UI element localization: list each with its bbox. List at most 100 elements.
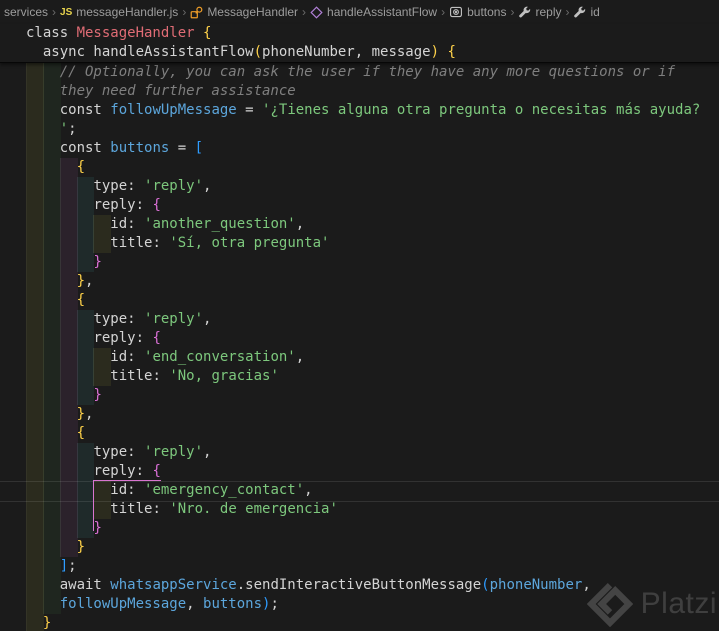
- code-token[interactable]: phoneNumber: [490, 577, 583, 593]
- code-token[interactable]: }: [93, 254, 101, 270]
- code-token[interactable]: }: [77, 539, 85, 555]
- code-token[interactable]: ,: [186, 596, 203, 612]
- code-token[interactable]: {: [77, 159, 85, 175]
- code-token[interactable]: type:: [93, 444, 144, 460]
- breadcrumb-item-messagehandler-js[interactable]: JS messageHandler.js: [60, 5, 178, 19]
- code-token[interactable]: .sendInteractiveButtonMessage: [237, 577, 481, 593]
- code-token[interactable]: buttons: [203, 596, 262, 612]
- code-token[interactable]: buttons: [110, 140, 169, 156]
- code-token[interactable]: 'another_question': [144, 216, 296, 232]
- code-token[interactable]: reply:: [93, 330, 152, 346]
- code-row[interactable]: {: [0, 158, 719, 177]
- code-token[interactable]: async handleAssistantFlow: [43, 44, 254, 60]
- code-row[interactable]: id: 'emergency_contact',: [0, 481, 719, 500]
- code-token[interactable]: ': [60, 121, 68, 137]
- breadcrumb-item-id[interactable]: id: [573, 5, 600, 19]
- sticky-scroll[interactable]: class MessageHandler {async handleAssist…: [0, 24, 719, 63]
- code-token[interactable]: 'end_conversation': [144, 349, 296, 365]
- code-token[interactable]: ;: [270, 596, 278, 612]
- code-token[interactable]: }: [77, 406, 85, 422]
- code-token[interactable]: ,: [296, 216, 304, 232]
- code-row[interactable]: ];: [0, 557, 719, 576]
- code-token[interactable]: type:: [93, 178, 144, 194]
- code-row[interactable]: they need further assistance: [0, 82, 719, 101]
- code-token[interactable]: id:: [110, 349, 144, 365]
- code-row[interactable]: {: [0, 291, 719, 310]
- code-token[interactable]: 'No, gracias': [169, 368, 279, 384]
- code-row[interactable]: id: 'another_question',: [0, 215, 719, 234]
- code-token[interactable]: ;: [68, 558, 76, 574]
- code-token[interactable]: const: [60, 140, 111, 156]
- code-row[interactable]: reply: {: [0, 329, 719, 348]
- code-token[interactable]: ]: [60, 558, 68, 574]
- code-row[interactable]: type: 'reply',: [0, 310, 719, 329]
- code-row[interactable]: const buttons = [: [0, 139, 719, 158]
- code-token[interactable]: id:: [110, 482, 144, 498]
- code-row[interactable]: reply: {: [0, 196, 719, 215]
- code-token[interactable]: (: [254, 44, 262, 60]
- code-row[interactable]: class MessageHandler {: [0, 24, 719, 43]
- code-token[interactable]: they need further assistance: [60, 83, 296, 99]
- code-row[interactable]: id: 'end_conversation',: [0, 348, 719, 367]
- code-token[interactable]: }: [93, 387, 101, 403]
- code-token[interactable]: {: [203, 25, 211, 41]
- code-token[interactable]: (: [481, 577, 489, 593]
- code-token[interactable]: 'Nro. de emergencia': [169, 501, 338, 517]
- code-row[interactable]: title: 'No, gracias': [0, 367, 719, 386]
- code-token[interactable]: title:: [110, 235, 169, 251]
- code-token[interactable]: MessageHandler: [77, 25, 195, 41]
- code-token[interactable]: type:: [93, 311, 144, 327]
- code-row[interactable]: async handleAssistantFlow(phoneNumber, m…: [0, 43, 719, 62]
- code-row[interactable]: const followUpMessage = '¿Tienes alguna …: [0, 101, 719, 120]
- code-row[interactable]: type: 'reply',: [0, 177, 719, 196]
- code-row[interactable]: }: [0, 253, 719, 272]
- code-row[interactable]: {: [0, 424, 719, 443]
- breadcrumb-item-services[interactable]: services: [4, 5, 48, 19]
- code-token[interactable]: {: [77, 292, 85, 308]
- code-token[interactable]: 'reply': [144, 178, 203, 194]
- code-token[interactable]: class: [26, 25, 77, 41]
- code-row[interactable]: type: 'reply',: [0, 443, 719, 462]
- code-token[interactable]: [: [195, 140, 203, 156]
- code-token[interactable]: phoneNumber, message: [262, 44, 431, 60]
- code-token[interactable]: {: [447, 44, 455, 60]
- code-row[interactable]: }: [0, 538, 719, 557]
- code-token[interactable]: ,: [85, 273, 93, 289]
- code-token[interactable]: const: [60, 102, 111, 118]
- code-token[interactable]: {: [152, 197, 160, 213]
- code-token[interactable]: {: [77, 425, 85, 441]
- code-row[interactable]: title: 'Sí, otra pregunta': [0, 234, 719, 253]
- code-token[interactable]: 'reply': [144, 311, 203, 327]
- code-token[interactable]: reply:: [93, 463, 152, 479]
- code-row[interactable]: }: [0, 519, 719, 538]
- code-row[interactable]: reply: {: [0, 462, 719, 481]
- code-token[interactable]: // Optionally, you can ask the user if t…: [60, 64, 675, 80]
- code-token[interactable]: =: [169, 140, 194, 156]
- breadcrumb-item-messagehandler[interactable]: MessageHandler: [190, 5, 298, 19]
- code-token[interactable]: ;: [68, 121, 76, 137]
- code-token[interactable]: await: [60, 577, 111, 593]
- code-row[interactable]: },: [0, 405, 719, 424]
- code-token[interactable]: title:: [110, 501, 169, 517]
- code-row[interactable]: ';: [0, 120, 719, 139]
- code-token[interactable]: whatsappService: [110, 577, 236, 593]
- code-token[interactable]: 'emergency_contact': [144, 482, 304, 498]
- editor-content[interactable]: // Optionally, you can ask the user if t…: [0, 63, 719, 631]
- code-token[interactable]: ,: [304, 482, 312, 498]
- code-token[interactable]: '¿Tienes alguna otra pregunta o necesita…: [262, 102, 700, 118]
- code-token[interactable]: title:: [110, 368, 169, 384]
- code-token[interactable]: ,: [85, 406, 93, 422]
- code-token[interactable]: {: [152, 463, 160, 479]
- breadcrumb-item-buttons[interactable]: buttons: [449, 5, 506, 19]
- code-token[interactable]: ,: [203, 178, 211, 194]
- code-token[interactable]: 'Sí, otra pregunta': [169, 235, 329, 251]
- code-token[interactable]: {: [152, 330, 160, 346]
- code-token[interactable]: }: [43, 615, 51, 631]
- breadcrumb-item-handleassistantflow[interactable]: handleAssistantFlow: [310, 5, 437, 19]
- code-token[interactable]: ): [431, 44, 439, 60]
- code-token[interactable]: ,: [296, 349, 304, 365]
- code-token[interactable]: ,: [203, 444, 211, 460]
- code-token[interactable]: ,: [203, 311, 211, 327]
- code-row[interactable]: }: [0, 386, 719, 405]
- code-token[interactable]: followUpMessage: [110, 102, 236, 118]
